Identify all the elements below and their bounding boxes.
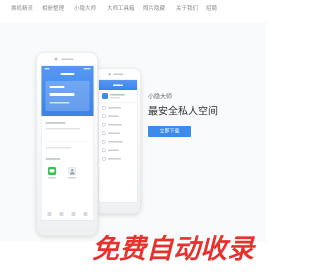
- nav-item-album[interactable]: 相册整理: [42, 5, 64, 12]
- icon-label-placeholder: [48, 177, 56, 179]
- hero-slogan: 最安全私人空间: [148, 105, 218, 117]
- space-card: [45, 81, 90, 111]
- menu-item-placeholder[interactable]: [108, 141, 123, 143]
- status-bar-placeholder: [44, 68, 50, 70]
- menu-item-icon[interactable]: [102, 148, 106, 152]
- menu-item-icon[interactable]: [102, 106, 106, 110]
- phone-mockup-main: [36, 52, 98, 236]
- phone-screen: [98, 79, 138, 203]
- menu-item-placeholder[interactable]: [108, 124, 122, 126]
- icon-label-placeholder: [68, 177, 76, 179]
- person-body: [70, 172, 75, 175]
- phone-speaker: [113, 73, 124, 75]
- app-icon: [102, 93, 108, 99]
- nav-item-toolbox[interactable]: 大师工具箱: [107, 5, 135, 12]
- wechat-icon[interactable]: [48, 167, 56, 175]
- text-line-placeholder: [45, 128, 81, 130]
- app-name: 小隐大师: [148, 93, 173, 100]
- nav-item-xiaoyin[interactable]: 小隐大师: [74, 5, 96, 12]
- tab-icon[interactable]: [71, 212, 76, 216]
- tab-icon[interactable]: [83, 212, 88, 216]
- menu-item-placeholder[interactable]: [108, 132, 120, 134]
- menu-item-icon[interactable]: [102, 114, 106, 118]
- nav-item-about[interactable]: 关于我们: [176, 5, 198, 12]
- tab-icon[interactable]: [59, 212, 64, 216]
- menu-item-icon[interactable]: [102, 131, 106, 135]
- phone-speaker: [61, 58, 74, 60]
- nav-item-jobs[interactable]: 招聘: [206, 5, 217, 12]
- text-line-placeholder: [45, 158, 61, 160]
- menu-item-placeholder[interactable]: [108, 115, 119, 117]
- front-camera: [108, 73, 111, 76]
- header-title-placeholder: [113, 84, 123, 86]
- divider: [45, 141, 89, 142]
- nav-item-photo-hide[interactable]: 照片隐藏: [143, 5, 165, 12]
- contact-icon[interactable]: [68, 167, 76, 175]
- top-nav: 换机精灵 相册整理 小隐大师 大师工具箱 照片隐藏 关于我们 招聘: [0, 0, 266, 22]
- menu-item-placeholder[interactable]: [108, 149, 119, 151]
- download-button[interactable]: 立即下载: [148, 126, 191, 137]
- menu-item-icon[interactable]: [102, 123, 106, 127]
- app-header: [41, 66, 94, 116]
- tab-icon[interactable]: [47, 212, 52, 216]
- app-header: [99, 80, 137, 90]
- text-line-placeholder: [110, 94, 125, 96]
- header-title-placeholder: [60, 73, 75, 75]
- menu-item-icon[interactable]: [102, 140, 106, 144]
- divider: [99, 102, 137, 103]
- text-line-placeholder: [45, 147, 72, 149]
- menu-item-icon[interactable]: [102, 157, 106, 161]
- text-line-placeholder: [45, 122, 66, 124]
- nav-item-huanji[interactable]: 换机精灵: [11, 5, 33, 12]
- page: 换机精灵 相册整理 小隐大师 大师工具箱 照片隐藏 关于我们 招聘 小隐大师 最…: [0, 0, 266, 272]
- hero-banner: 小隐大师 最安全私人空间 立即下载: [0, 22, 266, 242]
- phone-screen: [41, 65, 94, 221]
- text-line-placeholder: [110, 97, 120, 99]
- watermark: 免费自动收录: [92, 233, 254, 265]
- menu-item-placeholder[interactable]: [108, 158, 121, 160]
- text-line-placeholder: [49, 86, 65, 88]
- text-line-placeholder: [49, 93, 75, 96]
- phone-mockup-secondary: [94, 68, 141, 214]
- status-bar-placeholder: [83, 68, 91, 70]
- chat-bubble-icon: [49, 169, 55, 173]
- menu-item-placeholder[interactable]: [108, 107, 121, 109]
- text-line-placeholder: [49, 102, 70, 104]
- front-camera: [54, 57, 58, 61]
